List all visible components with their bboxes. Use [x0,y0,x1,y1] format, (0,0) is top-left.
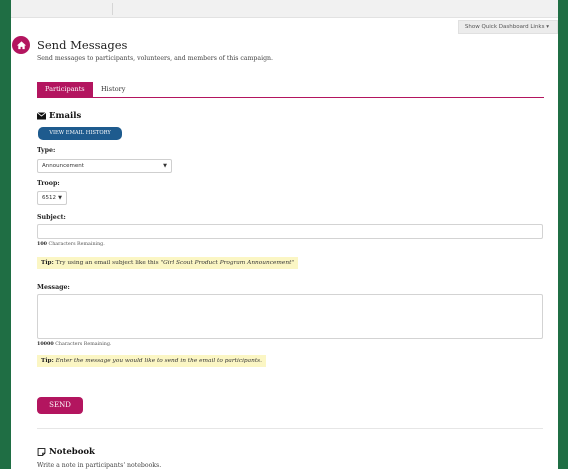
notebook-icon [37,448,46,456]
page-title: Send Messages [37,38,128,52]
quick-dashboard-links-button[interactable]: Show Quick Dashboard Links ▾ [457,20,558,34]
right-frame [558,0,568,469]
message-textarea[interactable] [37,294,543,339]
message-tip: Tip: Enter the message you would like to… [37,355,266,367]
subject-tip-label: Tip: [41,260,54,266]
message-characters-remaining: 10000 Characters Remaining. [37,341,111,347]
left-frame [0,0,11,469]
troop-select[interactable]: 6512 ▼ [37,191,67,205]
notebook-heading-label: Notebook [49,447,95,457]
envelope-icon [37,112,46,120]
type-label: Type: [37,147,56,154]
message-tip-label: Tip: [41,358,54,364]
message-remaining-text: Characters Remaining. [55,342,112,347]
type-select[interactable]: Announcement ▼ [37,159,172,173]
view-email-history-button[interactable]: VIEW EMAIL HISTORY [38,127,122,140]
subject-remaining-text: Characters Remaining. [48,242,105,247]
section-divider [37,428,543,429]
troop-label: Troop: [37,180,60,187]
subject-characters-remaining: 100 Characters Remaining. [37,241,105,247]
top-bar-divider [112,3,113,15]
subject-tip-example: "Girl Scout Product Program Announcement… [160,260,295,266]
main-panel: Show Quick Dashboard Links ▾ Send Messag… [11,0,558,469]
message-label: Message: [37,284,70,291]
emails-heading: Emails [37,111,81,121]
type-select-value: Announcement [42,163,84,169]
home-button[interactable] [12,36,30,54]
subject-remaining-count: 100 [37,241,48,247]
tab-history[interactable]: History [93,82,133,97]
subject-input[interactable] [37,224,543,239]
notebook-heading: Notebook [37,447,95,457]
subject-label: Subject: [37,214,66,221]
home-icon [16,40,26,49]
subject-tip-text: Try using an email subject like this [55,260,159,266]
troop-select-value: 6512 [42,195,56,201]
send-button[interactable]: SEND [37,397,83,414]
message-tip-text: Enter the message you would like to send… [55,358,262,364]
top-bar [11,0,558,18]
tab-bar: Participants History [37,82,544,98]
page-subtitle: Send messages to participants, volunteer… [37,55,273,62]
tab-participants[interactable]: Participants [37,82,93,97]
chevron-down-icon: ▼ [58,195,62,201]
subject-tip: Tip: Try using an email subject like thi… [37,257,299,269]
message-remaining-count: 10000 [37,341,54,347]
notebook-description: Write a note in participants' notebooks. [37,462,162,469]
chevron-down-icon: ▼ [163,163,167,169]
emails-heading-label: Emails [49,111,82,121]
